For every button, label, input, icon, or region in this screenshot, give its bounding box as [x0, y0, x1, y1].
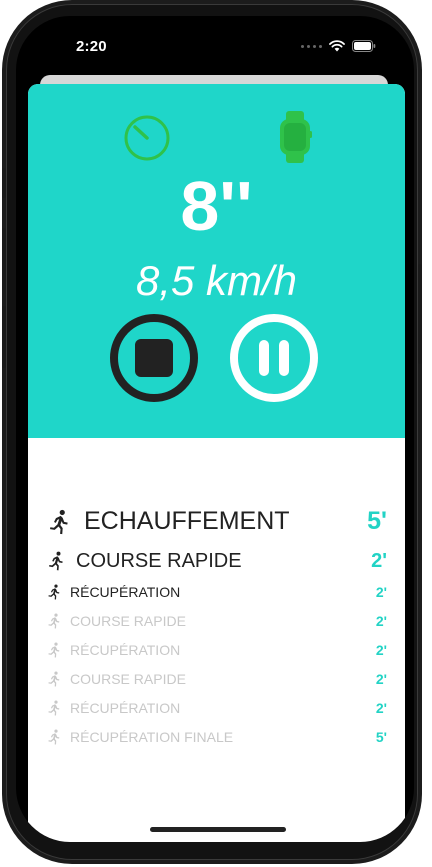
- step-label: ECHAUFFEMENT: [84, 507, 290, 535]
- side-button-power: [418, 264, 422, 364]
- step-label: RÉCUPÉRATION: [70, 700, 181, 716]
- wifi-icon: [329, 40, 345, 52]
- runner-icon: [46, 509, 72, 535]
- step-duration: 2': [375, 642, 387, 658]
- runner-icon: [46, 642, 62, 658]
- workout-header-panel: 8'' 8,5 km/h: [28, 84, 405, 438]
- timer-icon[interactable]: [123, 114, 171, 162]
- step-duration: 2': [375, 671, 387, 687]
- workout-step-item[interactable]: COURSE RAPIDE 2': [46, 609, 387, 633]
- step-label: COURSE RAPIDE: [76, 549, 242, 572]
- cellular-dots-icon: [301, 44, 322, 48]
- workout-step-item[interactable]: ECHAUFFEMENT 5': [46, 504, 387, 539]
- workout-step-item[interactable]: COURSE RAPIDE 2': [46, 546, 387, 576]
- side-button-silent: [2, 168, 6, 198]
- screen: 2:20 8'' 8,5 km/h ECHAUFFEMENT 5' COURSE…: [16, 16, 414, 842]
- workout-step-item[interactable]: RÉCUPÉRATION 2': [46, 580, 387, 604]
- status-bar: 2:20: [16, 16, 414, 76]
- workout-step-item[interactable]: RÉCUPÉRATION 2': [46, 696, 387, 720]
- step-duration: 5': [375, 729, 387, 745]
- elapsed-timer: 8'': [180, 167, 253, 245]
- step-label: RÉCUPÉRATION FINALE: [70, 729, 234, 745]
- workout-step-item[interactable]: COURSE RAPIDE 2': [46, 667, 387, 691]
- side-button-volume-down: [2, 306, 6, 368]
- step-label: RÉCUPÉRATION: [70, 584, 181, 600]
- step-duration: 2': [375, 584, 387, 600]
- stop-icon: [135, 339, 173, 377]
- pause-button[interactable]: [230, 314, 318, 402]
- runner-icon: [46, 551, 66, 571]
- step-duration: 2': [371, 549, 387, 572]
- step-label: COURSE RAPIDE: [70, 671, 186, 687]
- status-time: 2:20: [76, 38, 107, 55]
- workout-sheet: 8'' 8,5 km/h ECHAUFFEMENT 5' COURSE RAPID…: [28, 84, 405, 842]
- runner-icon: [46, 671, 62, 687]
- stop-button[interactable]: [110, 314, 198, 402]
- runner-icon: [46, 729, 62, 745]
- pause-icon: [259, 340, 269, 376]
- status-icons: [301, 40, 376, 52]
- home-indicator[interactable]: [150, 827, 286, 832]
- battery-icon: [352, 40, 376, 52]
- step-duration: 2': [375, 700, 387, 716]
- workout-step-item[interactable]: RÉCUPÉRATION 2': [46, 638, 387, 662]
- step-duration: 5': [367, 507, 387, 535]
- step-label: COURSE RAPIDE: [70, 613, 186, 629]
- step-duration: 2': [375, 613, 387, 629]
- watch-icon[interactable]: [278, 109, 312, 165]
- side-button-volume-up: [2, 228, 6, 290]
- dynamic-island: [162, 34, 282, 68]
- runner-icon: [46, 613, 62, 629]
- step-label: RÉCUPÉRATION: [70, 642, 181, 658]
- runner-icon: [46, 700, 62, 716]
- runner-icon: [46, 584, 62, 600]
- speed-display: 8,5 km/h: [135, 257, 298, 304]
- workout-step-item[interactable]: RÉCUPÉRATION FINALE 5': [46, 725, 387, 749]
